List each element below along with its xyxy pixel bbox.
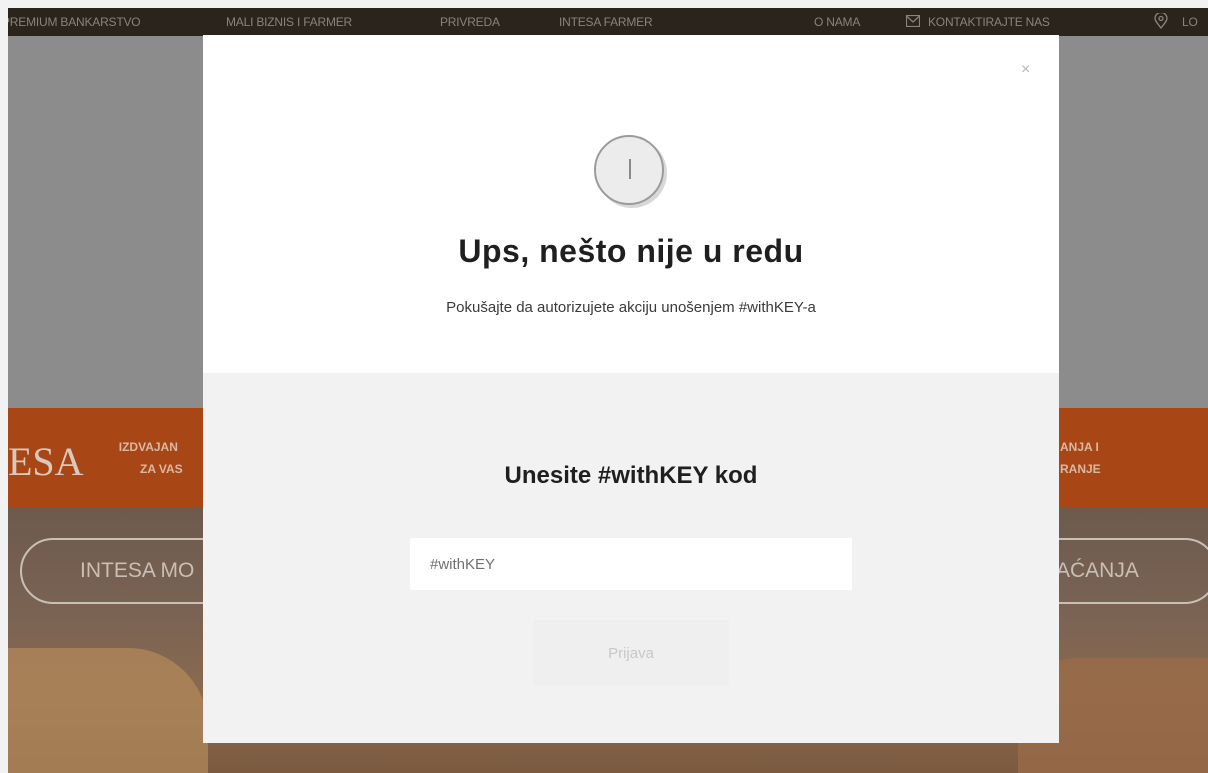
- modal-error-section: × Ups, nešto nije u redu Pokušajte da au…: [203, 35, 1059, 373]
- warning-icon: [594, 135, 664, 205]
- error-modal: × Ups, nešto nije u redu Pokušajte da au…: [203, 35, 1059, 743]
- menu-izdvajamo-za-vas[interactable]: IZDVAJAN ZA VAS: [114, 436, 183, 480]
- nav-mali-biznis[interactable]: MALI BIZNIS I FARMER: [226, 8, 352, 36]
- photo-detail: [8, 648, 208, 773]
- modal-message: Pokušajte da autorizujete akciju unošenj…: [446, 299, 816, 316]
- pill-label: INTESA MO: [80, 559, 195, 582]
- nav-lokacije[interactable]: LO: [1182, 8, 1198, 36]
- code-section-title: Unesite #withKEY kod: [504, 462, 758, 489]
- envelope-icon: [906, 15, 920, 27]
- warning-icon-mark: [629, 159, 631, 179]
- top-navigation: PREMIUM BANKARSTVO MALI BIZNIS I FARMER …: [8, 8, 1208, 36]
- menu-line: ZA VAS: [140, 462, 183, 476]
- location-pin-icon: [1154, 13, 1168, 29]
- nav-intesa-farmer[interactable]: INTESA FARMER: [559, 8, 653, 36]
- close-icon[interactable]: ×: [1021, 61, 1030, 79]
- menu-line: RANJE: [1060, 462, 1101, 476]
- menu-placanja-i-finansiranje[interactable]: ANJA I RANJE: [1060, 436, 1101, 480]
- prijava-button[interactable]: Prijava: [533, 620, 729, 686]
- intesa-logo[interactable]: ESA: [8, 438, 84, 485]
- menu-line: IZDVAJAN: [118, 440, 178, 454]
- nav-premium-bankarstvo[interactable]: PREMIUM BANKARSTVO: [8, 8, 141, 36]
- nav-o-nama[interactable]: O NAMA: [814, 8, 860, 36]
- modal-title: Ups, nešto nije u redu: [458, 233, 804, 269]
- nav-privreda[interactable]: PRIVREDA: [440, 8, 500, 36]
- pill-label: AĆANJA: [1056, 559, 1139, 582]
- nav-kontaktirajte-nas[interactable]: KONTAKTIRAJTE NAS: [928, 8, 1050, 36]
- withkey-code-input[interactable]: [410, 538, 852, 590]
- menu-line: ANJA I: [1060, 440, 1099, 454]
